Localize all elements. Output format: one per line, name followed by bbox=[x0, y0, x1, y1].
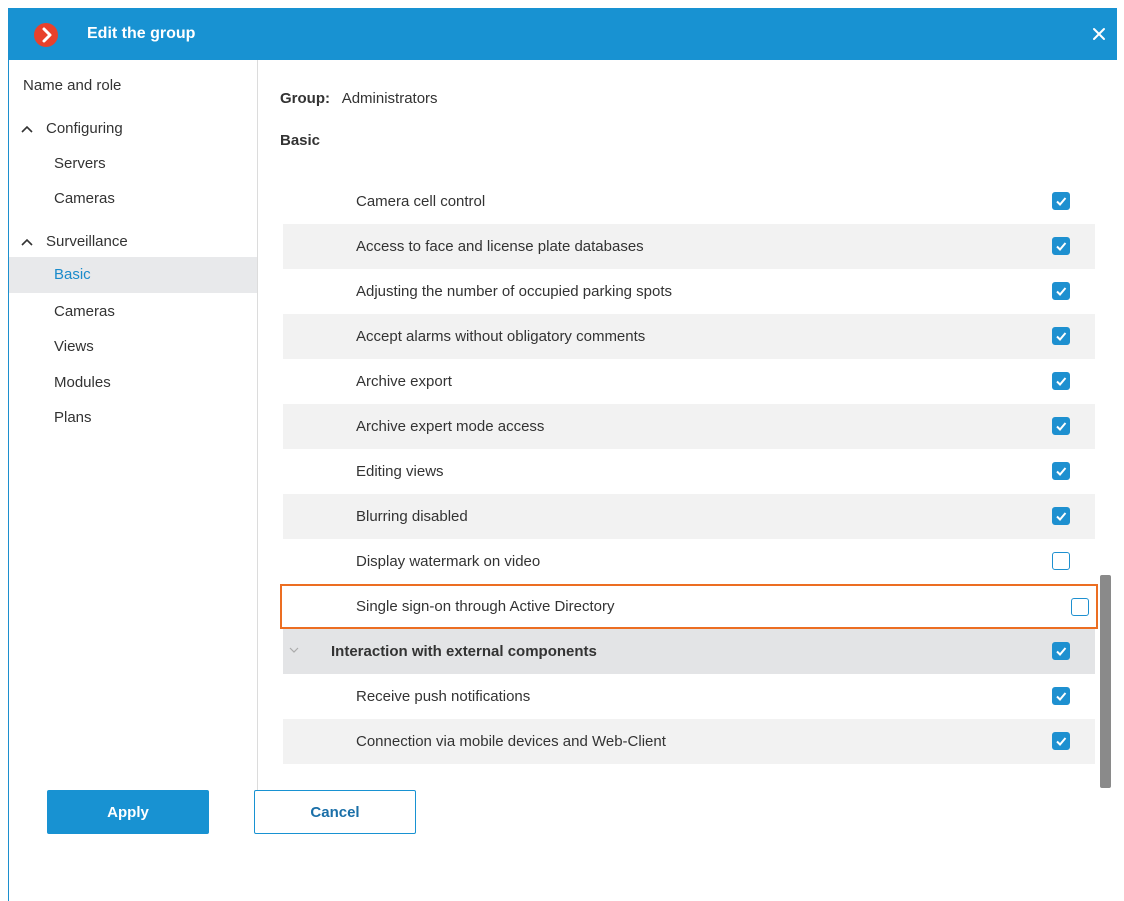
permission-label: Accept alarms without obligatory comment… bbox=[356, 328, 646, 345]
permission-checkbox[interactable] bbox=[1052, 192, 1070, 210]
nav-item-basic[interactable]: Basic bbox=[9, 257, 257, 293]
chevron-down-icon[interactable] bbox=[288, 644, 300, 656]
permission-row[interactable]: Archive export bbox=[283, 359, 1095, 404]
nav-item-views[interactable]: Views bbox=[9, 329, 257, 365]
checkmark-icon bbox=[1056, 422, 1067, 431]
checkmark-icon bbox=[1056, 287, 1067, 296]
nav-item-label: Cameras bbox=[54, 303, 115, 320]
checkmark-icon bbox=[1056, 692, 1067, 701]
checkmark-icon bbox=[1056, 242, 1067, 251]
permission-label: Display watermark on video bbox=[356, 553, 541, 570]
chevron-up-icon bbox=[21, 125, 33, 133]
permission-row[interactable]: Editing views bbox=[283, 449, 1095, 494]
checkmark-icon bbox=[1056, 467, 1067, 476]
checkmark-icon bbox=[1056, 647, 1067, 656]
cancel-button[interactable]: Cancel bbox=[254, 790, 416, 834]
permission-row-highlighted[interactable]: Single sign-on through Active Directory bbox=[280, 584, 1098, 629]
permission-group-label: Interaction with external components bbox=[331, 643, 597, 660]
permission-row[interactable]: Camera cell control bbox=[283, 179, 1095, 224]
permissions-panel: Group: Administrators Basic Camera cell … bbox=[259, 60, 1117, 805]
permission-checkbox[interactable] bbox=[1052, 372, 1070, 390]
nav-item-label: Servers bbox=[54, 155, 106, 172]
permission-checkbox[interactable] bbox=[1052, 687, 1070, 705]
close-button[interactable] bbox=[1081, 18, 1117, 50]
permission-checkbox[interactable] bbox=[1052, 732, 1070, 750]
permission-checkbox[interactable] bbox=[1052, 282, 1070, 300]
nav-item-plans[interactable]: Plans bbox=[9, 400, 257, 436]
permission-label: Archive export bbox=[356, 373, 452, 390]
permission-group-row[interactable]: Interaction with external components bbox=[283, 629, 1095, 674]
group-name: Administrators bbox=[341, 90, 438, 107]
checkmark-icon bbox=[1056, 737, 1067, 746]
group-info: Group: Administrators bbox=[280, 90, 438, 107]
title-bar: Edit the group bbox=[9, 8, 1117, 60]
close-icon bbox=[1093, 28, 1105, 40]
permission-label: Archive expert mode access bbox=[356, 418, 545, 435]
nav-item-label: Modules bbox=[54, 374, 111, 391]
permission-label: Blurring disabled bbox=[356, 508, 468, 525]
nav-item-label: Cameras bbox=[54, 190, 115, 207]
permission-checkbox[interactable] bbox=[1052, 462, 1070, 480]
permission-row[interactable]: Archive expert mode access bbox=[283, 404, 1095, 449]
permission-row[interactable]: Display watermark on video bbox=[283, 539, 1095, 584]
nav-item-servers[interactable]: Servers bbox=[9, 146, 257, 182]
permission-checkbox[interactable] bbox=[1052, 552, 1070, 570]
nav-item-cameras-config[interactable]: Cameras bbox=[9, 181, 257, 217]
nav-item-label: Configuring bbox=[46, 120, 123, 137]
permission-row[interactable]: Access to face and license plate databas… bbox=[283, 224, 1095, 269]
permission-label: Connection via mobile devices and Web-Cl… bbox=[356, 733, 666, 750]
section-title: Basic bbox=[280, 132, 321, 149]
permission-checkbox[interactable] bbox=[1052, 417, 1070, 435]
nav-item-cameras-surveillance[interactable]: Cameras bbox=[9, 294, 257, 330]
checkmark-icon bbox=[1056, 377, 1067, 386]
nav-item-label: Name and role bbox=[23, 77, 122, 94]
apply-button[interactable]: Apply bbox=[47, 790, 209, 834]
nav-item-label: Surveillance bbox=[46, 233, 128, 250]
permission-label: Access to face and license plate databas… bbox=[356, 238, 644, 255]
nav-item-label: Basic bbox=[54, 266, 91, 283]
checkmark-icon bbox=[1056, 512, 1067, 521]
permissions-list: Camera cell control Access to face and l… bbox=[280, 179, 1098, 764]
permission-label: Single sign-on through Active Directory bbox=[356, 598, 615, 615]
permission-label: Receive push notifications bbox=[356, 688, 531, 705]
checkmark-icon bbox=[1056, 332, 1067, 341]
nav-item-surveillance[interactable]: Surveillance bbox=[9, 224, 257, 260]
nav-item-modules[interactable]: Modules bbox=[9, 365, 257, 401]
nav-item-label: Plans bbox=[54, 409, 92, 426]
permission-row[interactable]: Connection via mobile devices and Web-Cl… bbox=[283, 719, 1095, 764]
permission-row[interactable]: Adjusting the number of occupied parking… bbox=[283, 269, 1095, 314]
permission-row[interactable]: Blurring disabled bbox=[283, 494, 1095, 539]
settings-navigation: Name and role Configuring Servers Camera… bbox=[9, 60, 258, 805]
permission-label: Camera cell control bbox=[356, 193, 486, 210]
permission-checkbox[interactable] bbox=[1052, 327, 1070, 345]
nav-item-label: Views bbox=[54, 338, 94, 355]
permission-checkbox[interactable] bbox=[1071, 598, 1089, 616]
chevron-up-icon bbox=[21, 238, 33, 246]
nav-item-name-and-role[interactable]: Name and role bbox=[9, 68, 257, 104]
permission-checkbox[interactable] bbox=[1052, 642, 1070, 660]
checkmark-icon bbox=[1056, 197, 1067, 206]
permission-checkbox[interactable] bbox=[1052, 237, 1070, 255]
permission-row[interactable]: Receive push notifications bbox=[283, 674, 1095, 719]
vertical-scrollbar[interactable] bbox=[1100, 575, 1111, 788]
app-logo-icon bbox=[34, 23, 58, 47]
group-label: Group: bbox=[280, 90, 330, 107]
nav-item-configuring[interactable]: Configuring bbox=[9, 111, 257, 147]
edit-group-dialog: Edit the group Name and role Configuring… bbox=[8, 8, 1117, 901]
permission-label: Editing views bbox=[356, 463, 444, 480]
permission-label: Adjusting the number of occupied parking… bbox=[356, 283, 673, 300]
permission-checkbox[interactable] bbox=[1052, 507, 1070, 525]
permission-row[interactable]: Accept alarms without obligatory comment… bbox=[283, 314, 1095, 359]
dialog-title: Edit the group bbox=[87, 25, 196, 42]
